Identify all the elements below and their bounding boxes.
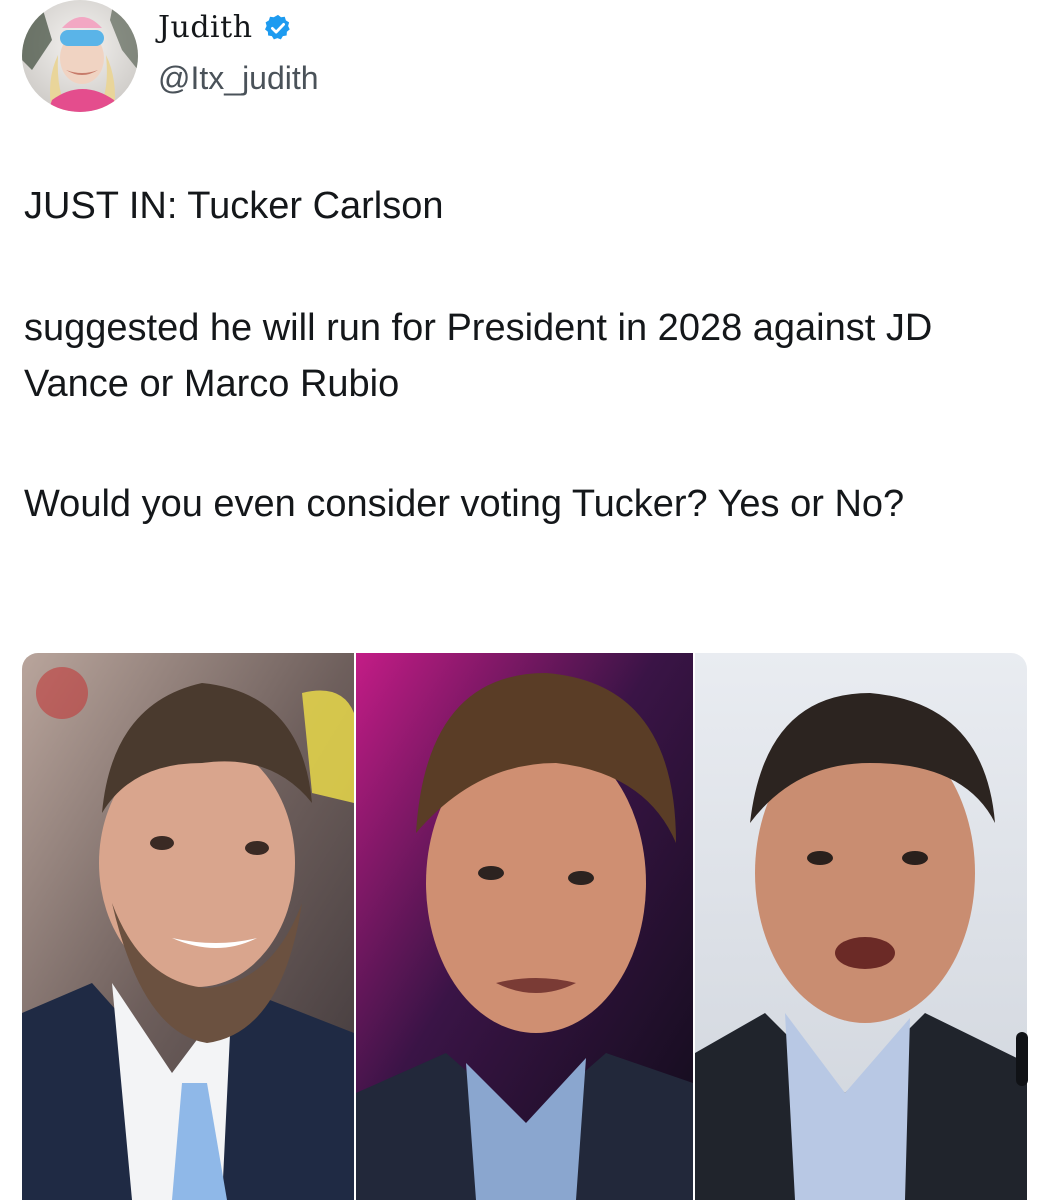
post-text-line3: Would you even consider voting Tucker? Y…: [24, 483, 905, 525]
post-text-line1: JUST IN: Tucker Carlson: [24, 185, 444, 227]
verified-badge-icon: [263, 13, 293, 43]
author-handle[interactable]: @Itx_judith: [158, 60, 319, 97]
avatar[interactable]: [22, 0, 138, 112]
photo-marco-rubio[interactable]: [695, 653, 1027, 1200]
photo-jd-vance[interactable]: [22, 653, 354, 1200]
carousel-edge-indicator: [1016, 1032, 1028, 1086]
author-name-row[interactable]: Judith: [158, 10, 293, 45]
photo-tucker-carlson[interactable]: [356, 653, 693, 1200]
post-media[interactable]: [22, 653, 1027, 1200]
post-text-line2: suggested he will run for President in 2…: [24, 307, 933, 405]
display-name[interactable]: Judith: [158, 10, 253, 45]
